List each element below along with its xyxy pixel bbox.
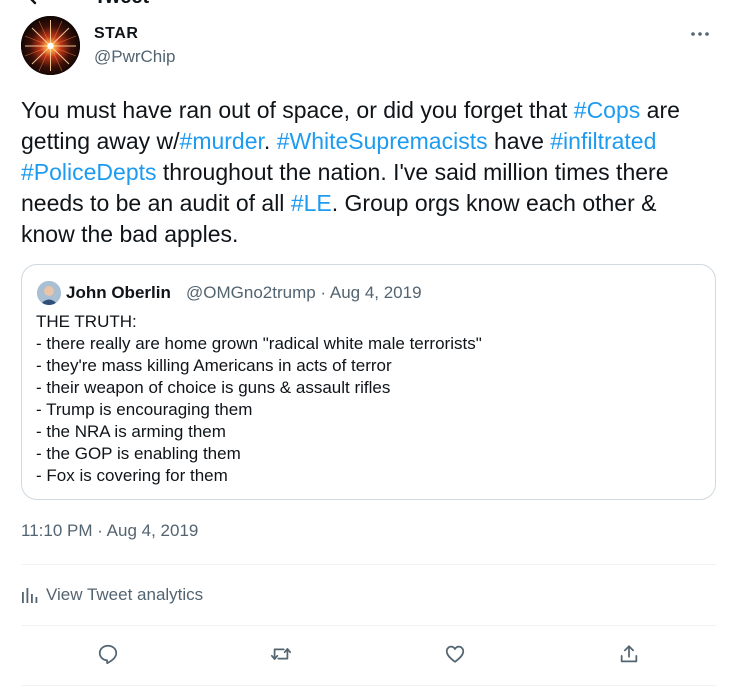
tweet-text-segment: You must have ran out of space, or did y…	[21, 97, 574, 123]
reply-icon	[98, 644, 118, 665]
reply-button[interactable]	[92, 638, 124, 670]
quoted-tweet-text: THE TRUTH: - there really are home grown…	[36, 311, 696, 487]
quoted-line: THE TRUTH:	[36, 312, 137, 331]
hashtag-link[interactable]: #infiltrated	[550, 128, 656, 154]
hashtag-link[interactable]: #PoliceDepts	[21, 159, 157, 185]
author-display-name[interactable]: STAR	[94, 25, 138, 43]
hashtag-link[interactable]: #murder	[180, 128, 264, 154]
tweet-text-segment: .	[263, 128, 277, 154]
quoted-line: - the GOP is enabling them	[36, 444, 241, 463]
tweet-actions	[21, 638, 716, 670]
page-title: Tweet	[94, 0, 149, 9]
heart-icon	[445, 645, 465, 663]
tweet-author: STAR @PwrChip	[21, 16, 711, 76]
quoted-line: - Trump is encouraging them	[36, 400, 253, 419]
back-arrow-icon[interactable]	[22, 0, 42, 6]
person-photo-icon	[37, 281, 61, 305]
hashtag-link[interactable]: #Cops	[574, 97, 640, 123]
hashtag-link[interactable]: #WhiteSupremacists	[277, 128, 488, 154]
tweet-text: You must have ran out of space, or did y…	[21, 95, 711, 250]
quoted-author-avatar[interactable]	[37, 281, 61, 305]
analytics-icon	[22, 588, 38, 603]
divider	[21, 685, 716, 686]
divider	[21, 564, 716, 565]
analytics-label: View Tweet analytics	[46, 585, 204, 604]
share-icon	[620, 645, 638, 663]
quoted-author-name[interactable]: John Oberlin	[66, 283, 171, 303]
share-button[interactable]	[613, 638, 645, 670]
quoted-line: - there really are home grown "radical w…	[36, 334, 482, 353]
more-options-icon[interactable]	[689, 26, 711, 42]
author-handle[interactable]: @PwrChip	[94, 47, 176, 67]
retweet-icon	[270, 648, 292, 660]
star-burst-avatar-image	[21, 16, 80, 75]
tweet-text-segment: have	[487, 128, 551, 154]
quoted-line: - Fox is covering for them	[36, 466, 228, 485]
quoted-line: - the NRA is arming them	[36, 422, 226, 441]
retweet-button[interactable]	[265, 638, 297, 670]
quoted-author-meta: @OMGno2trump · Aug 4, 2019	[186, 283, 422, 302]
top-bar: Tweet	[0, 0, 730, 8]
avatar[interactable]	[21, 16, 80, 75]
view-analytics-link[interactable]: View Tweet analytics	[21, 584, 203, 606]
quoted-line: - their weapon of choice is guns & assau…	[36, 378, 391, 397]
like-button[interactable]	[439, 638, 471, 670]
hashtag-link[interactable]: #LE	[291, 190, 332, 216]
tweet-timestamp[interactable]: 11:10 PM · Aug 4, 2019	[21, 521, 198, 541]
divider	[21, 625, 716, 626]
quoted-tweet[interactable]: John Oberlin @OMGno2trump · Aug 4, 2019 …	[21, 264, 716, 500]
quoted-line: - they're mass killing Americans in acts…	[36, 356, 392, 375]
